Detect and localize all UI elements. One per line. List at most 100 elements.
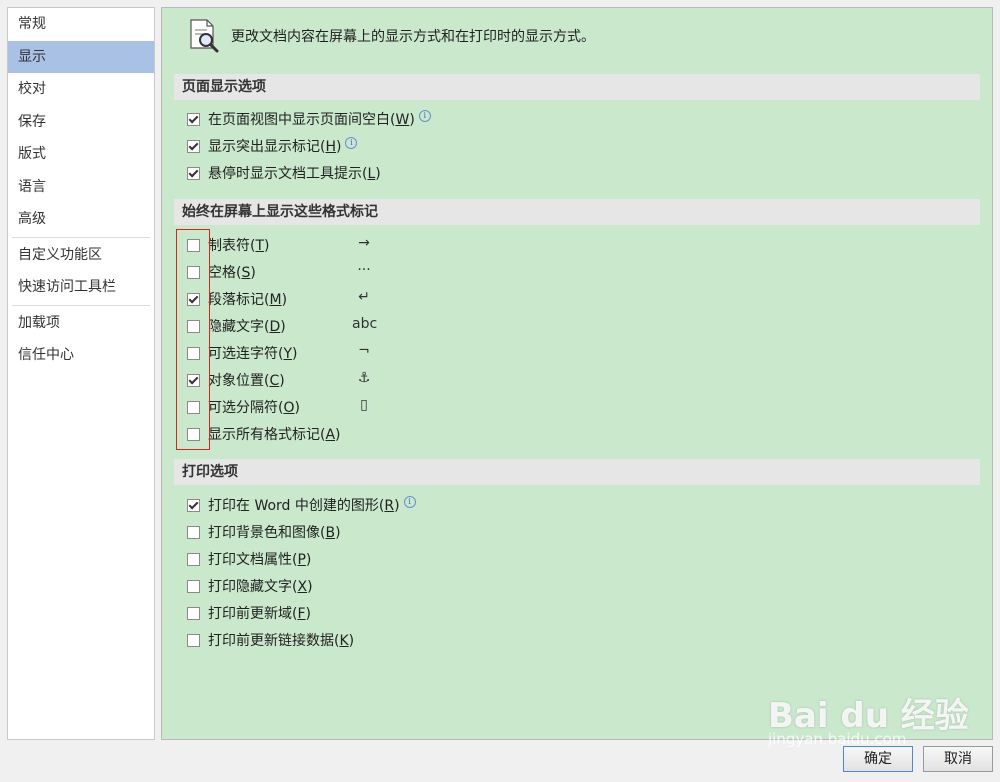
access-key: P: [297, 552, 306, 568]
option-row[interactable]: 打印前更新链接数据(K): [187, 629, 354, 651]
checkbox-unchecked[interactable]: [187, 552, 200, 566]
section-format-marks-title: 始终在屏幕上显示这些格式标记: [174, 199, 980, 225]
option-label: 段落标记(M): [208, 292, 288, 308]
option-row[interactable]: 打印文档属性(P): [187, 548, 311, 570]
access-key: Y: [283, 346, 293, 362]
highlight-box: [176, 229, 210, 450]
access-key: H: [325, 139, 336, 155]
option-label: 打印在 Word 中创建的图形(R): [208, 498, 400, 514]
option-label: 悬停时显示文档工具提示(L): [208, 166, 381, 182]
access-key: C: [269, 373, 280, 389]
option-label: 在页面视图中显示页面间空白(W): [208, 112, 415, 128]
format-mark-symbol: →: [358, 235, 370, 251]
option-label: 空格(S): [208, 265, 256, 281]
option-label: 隐藏文字(D): [208, 319, 286, 335]
sidebar-item-save[interactable]: 保存: [8, 106, 154, 139]
option-row[interactable]: 在页面视图中显示页面间空白(W) i: [187, 108, 431, 130]
format-mark-symbol: ▯: [360, 397, 368, 413]
option-row[interactable]: 打印背景色和图像(B): [187, 521, 341, 543]
panel-header: 更改文档内容在屏幕上的显示方式和在打印时的显示方式。: [187, 18, 595, 54]
sidebar-item-display[interactable]: 显示: [8, 40, 154, 73]
option-label: 制表符(T): [208, 238, 270, 254]
option-label: 对象位置(C): [208, 373, 285, 389]
format-mark-symbol: ↵: [358, 289, 370, 305]
option-text: 对象位置: [208, 373, 264, 389]
info-icon: i: [418, 110, 431, 122]
format-mark-symbol: abc: [352, 316, 378, 332]
sidebar-item-advanced[interactable]: 高级: [8, 203, 154, 236]
checkbox-unchecked[interactable]: [187, 525, 200, 539]
option-row[interactable]: 悬停时显示文档工具提示(L): [187, 162, 381, 184]
access-key: W: [395, 112, 410, 128]
info-icon: i: [403, 496, 416, 508]
sidebar-item-proofing[interactable]: 校对: [8, 73, 154, 106]
option-label: 打印文档属性(P): [208, 552, 312, 568]
sidebar-divider: [12, 236, 150, 238]
access-key: X: [297, 579, 308, 595]
checkbox-unchecked[interactable]: [187, 606, 200, 620]
option-label: 打印前更新链接数据(K): [208, 633, 355, 649]
checkbox-checked[interactable]: [187, 498, 200, 512]
checkbox-unchecked[interactable]: [187, 579, 200, 593]
access-key: R: [384, 498, 395, 514]
format-mark-symbol: ⚓: [357, 370, 371, 386]
option-row[interactable]: 打印前更新域(F): [187, 602, 311, 624]
sidebar-item-add-ins[interactable]: 加载项: [8, 307, 154, 340]
format-mark-symbol: ···: [357, 262, 371, 278]
checkbox-unchecked[interactable]: [187, 633, 200, 647]
sidebar-item-general[interactable]: 常规: [8, 8, 154, 41]
option-text: 可选连字符: [208, 346, 278, 362]
option-text: 打印文档属性: [208, 552, 292, 568]
access-key: A: [325, 427, 336, 443]
cancel-button[interactable]: 取消: [923, 746, 993, 772]
option-text: 隐藏文字: [208, 319, 264, 335]
access-key: M: [269, 292, 282, 308]
option-label: 打印背景色和图像(B): [208, 525, 341, 541]
option-row[interactable]: 打印隐藏文字(X): [187, 575, 313, 597]
option-label: 打印前更新域(F): [208, 606, 311, 622]
option-row[interactable]: 显示突出显示标记(H) i: [187, 135, 358, 157]
info-icon: i: [345, 137, 358, 149]
section-page-display-title: 页面显示选项: [174, 74, 980, 100]
option-text: 制表符: [208, 238, 250, 254]
option-text: 显示所有格式标记: [208, 427, 320, 443]
option-row[interactable]: 打印在 Word 中创建的图形(R) i: [187, 494, 416, 516]
option-text: 打印前更新链接数据: [208, 633, 334, 649]
option-text: 显示突出显示标记: [208, 139, 320, 155]
document-magnifier-icon: [190, 19, 219, 53]
access-key: K: [339, 633, 349, 649]
watermark-url: jingyan.baidu.com: [768, 730, 907, 748]
options-sidebar: 常规 显示 校对 保存 版式 语言 高级 自定义功能区 快速访问工具栏 加载项 …: [7, 7, 155, 740]
panel-description: 更改文档内容在屏幕上的显示方式和在打印时的显示方式。: [231, 29, 595, 45]
display-options-panel: 更改文档内容在屏幕上的显示方式和在打印时的显示方式。 页面显示选项 在页面视图中…: [161, 7, 993, 740]
option-text: 在页面视图中显示页面间空白: [208, 112, 390, 128]
option-text: 悬停时显示文档工具提示: [208, 166, 362, 182]
option-text: 打印在 Word 中创建的图形: [208, 498, 379, 514]
access-key: B: [325, 525, 336, 541]
option-row[interactable]: 显示所有格式标记(A): [187, 423, 341, 445]
sidebar-item-customize-ribbon[interactable]: 自定义功能区: [8, 239, 154, 272]
option-text: 打印前更新域: [208, 606, 292, 622]
access-key: O: [283, 400, 295, 416]
format-mark-symbol: ¬: [358, 343, 370, 359]
option-label: 可选连字符(Y): [208, 346, 298, 362]
option-text: 空格: [208, 265, 236, 281]
option-text: 打印背景色和图像: [208, 525, 320, 541]
sidebar-item-quick-access-toolbar[interactable]: 快速访问工具栏: [8, 271, 154, 304]
access-key: F: [297, 606, 306, 622]
checkbox-checked[interactable]: [187, 166, 200, 180]
option-label: 打印隐藏文字(X): [208, 579, 313, 595]
option-label: 显示突出显示标记(H): [208, 139, 342, 155]
checkbox-checked[interactable]: [187, 139, 200, 153]
checkbox-checked[interactable]: [187, 112, 200, 126]
access-key: L: [367, 166, 376, 182]
ok-button[interactable]: 确定: [843, 746, 913, 772]
sidebar-item-layout[interactable]: 版式: [8, 138, 154, 171]
sidebar-item-trust-center[interactable]: 信任中心: [8, 339, 154, 372]
sidebar-divider: [12, 304, 150, 306]
option-label: 显示所有格式标记(A): [208, 427, 341, 443]
access-key: T: [255, 238, 265, 254]
access-key: D: [269, 319, 281, 335]
sidebar-item-language[interactable]: 语言: [8, 171, 154, 204]
option-text: 打印隐藏文字: [208, 579, 292, 595]
